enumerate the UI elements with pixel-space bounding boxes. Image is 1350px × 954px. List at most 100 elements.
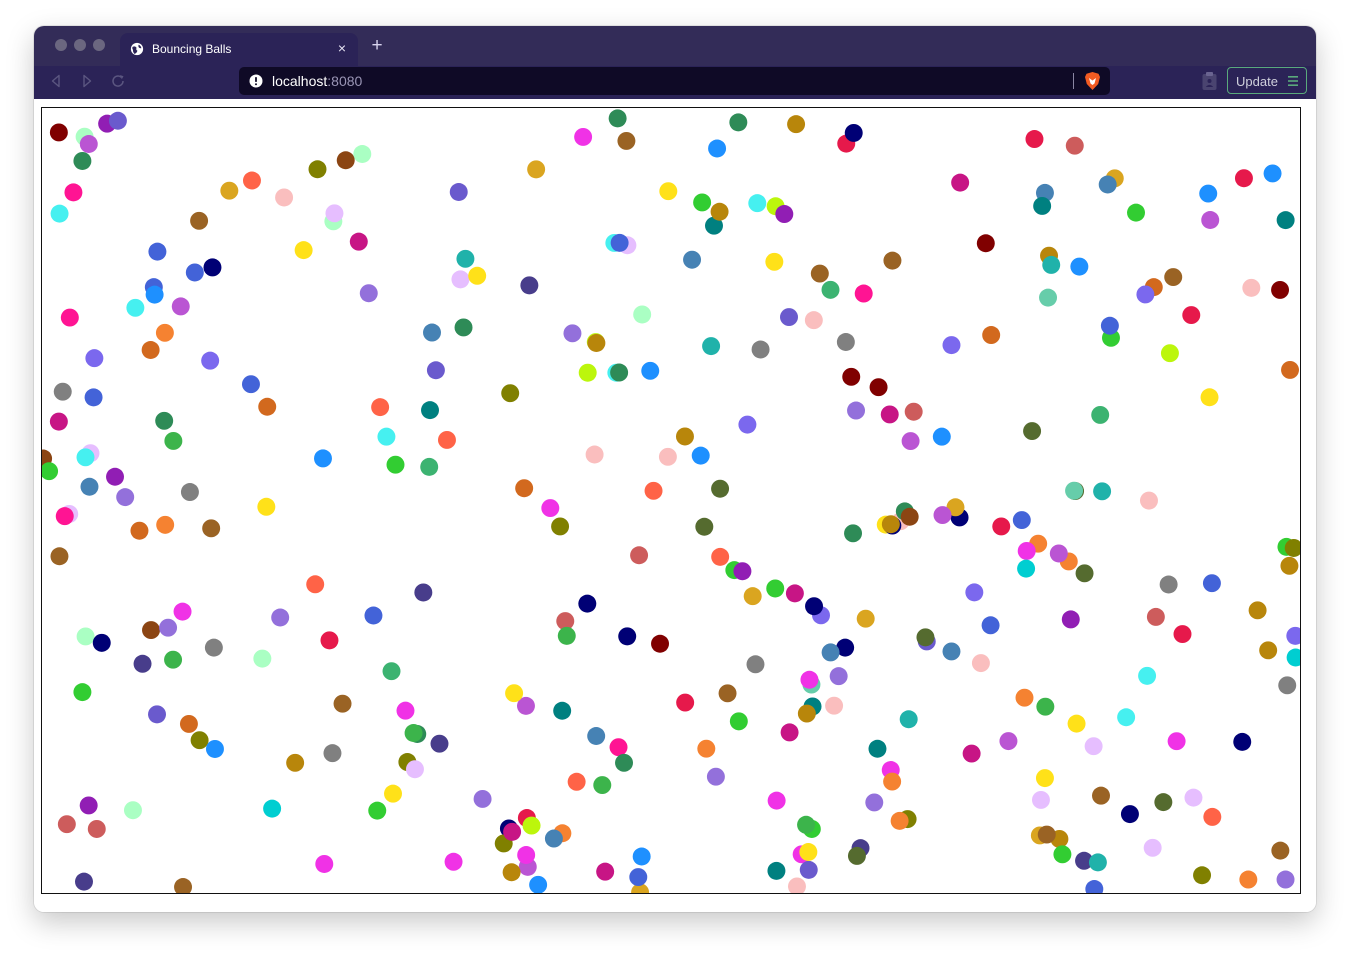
ball xyxy=(253,649,272,668)
ball xyxy=(899,710,918,729)
ball xyxy=(116,488,135,507)
ball xyxy=(1203,807,1222,826)
ball xyxy=(821,280,840,299)
ball xyxy=(155,411,174,430)
ball xyxy=(1017,541,1036,560)
ball xyxy=(992,517,1011,536)
ball xyxy=(1031,790,1050,809)
back-icon[interactable] xyxy=(48,73,64,89)
ball xyxy=(883,772,902,791)
ball xyxy=(629,868,648,887)
ball xyxy=(87,819,106,838)
ball xyxy=(1138,666,1157,685)
ball xyxy=(75,872,93,891)
ball xyxy=(785,584,804,603)
clipboard-icon[interactable] xyxy=(1201,71,1218,91)
ball xyxy=(527,160,546,179)
ball xyxy=(982,326,1001,344)
ball xyxy=(159,618,178,637)
ball xyxy=(320,631,339,650)
ball xyxy=(1234,169,1253,188)
info-icon[interactable] xyxy=(249,74,263,88)
ball xyxy=(844,524,863,543)
ball xyxy=(729,113,748,132)
ball xyxy=(473,789,492,808)
ball xyxy=(185,263,204,282)
forward-icon[interactable] xyxy=(79,73,95,89)
url-text[interactable]: localhost:8080 xyxy=(272,73,362,89)
ball xyxy=(1085,880,1104,893)
ball xyxy=(130,521,149,540)
ball xyxy=(1280,556,1299,575)
ball xyxy=(900,507,919,526)
ball xyxy=(942,642,961,661)
ball xyxy=(999,732,1018,751)
zoom-window-button[interactable] xyxy=(93,39,105,51)
ball xyxy=(1061,610,1080,629)
ball xyxy=(171,297,190,316)
ball xyxy=(359,284,378,303)
ball xyxy=(420,457,439,476)
ball xyxy=(1053,845,1072,864)
ball xyxy=(522,816,541,835)
ball xyxy=(844,123,863,142)
ball xyxy=(53,382,72,401)
reload-icon[interactable] xyxy=(110,73,126,89)
ball xyxy=(79,135,98,153)
ball xyxy=(1248,601,1267,620)
ball xyxy=(1173,625,1192,644)
ball xyxy=(1259,641,1278,660)
ball xyxy=(708,139,727,158)
ball xyxy=(126,298,145,317)
ball xyxy=(842,367,861,386)
ball xyxy=(386,455,405,474)
ball xyxy=(868,739,887,758)
ball xyxy=(323,744,342,763)
brave-shield-icon[interactable] xyxy=(1084,71,1101,91)
ball xyxy=(286,753,305,772)
ball xyxy=(1100,316,1119,335)
ball xyxy=(263,799,282,818)
ball xyxy=(64,183,83,202)
ball xyxy=(1184,788,1203,807)
ball xyxy=(578,594,597,613)
ball xyxy=(1042,255,1061,274)
ball xyxy=(780,308,798,327)
ball xyxy=(444,852,463,871)
ball xyxy=(829,667,848,686)
ball xyxy=(1160,344,1179,363)
ball xyxy=(865,793,884,812)
ball xyxy=(349,232,368,251)
ball xyxy=(1088,853,1107,872)
close-window-button[interactable] xyxy=(55,39,67,51)
close-icon[interactable]: × xyxy=(334,39,350,57)
ball xyxy=(1281,360,1299,379)
ball xyxy=(336,151,355,170)
ball xyxy=(691,446,710,465)
minimize-window-button[interactable] xyxy=(74,39,86,51)
plus-icon[interactable]: + xyxy=(368,36,386,56)
tab-bouncing-balls[interactable]: Bouncing Balls × xyxy=(120,33,358,66)
ball xyxy=(587,334,606,352)
ball xyxy=(502,863,521,882)
ball xyxy=(1136,285,1155,304)
update-button[interactable]: Update xyxy=(1227,67,1307,94)
ball xyxy=(145,285,164,304)
ball xyxy=(241,375,260,394)
ball xyxy=(856,609,875,628)
bouncing-balls-canvas xyxy=(41,107,1301,894)
ball xyxy=(202,519,221,538)
ball xyxy=(574,127,593,146)
ball xyxy=(836,333,855,351)
ball xyxy=(695,517,714,536)
ball xyxy=(553,701,572,720)
ball xyxy=(1193,866,1212,885)
ball xyxy=(57,815,76,834)
ball xyxy=(271,608,290,627)
ball xyxy=(1049,544,1068,563)
ball xyxy=(1017,559,1036,578)
ball xyxy=(933,506,952,525)
ball xyxy=(174,878,193,893)
address-bar[interactable]: localhost:8080 xyxy=(239,67,1110,95)
ball xyxy=(325,204,344,223)
